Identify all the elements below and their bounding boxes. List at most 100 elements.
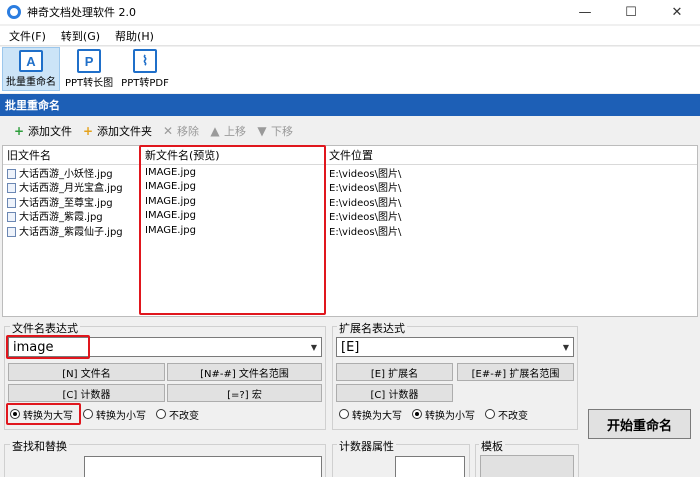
radio-label: 不改变 [169,410,199,422]
new-name-cell: IMAGE.jpg [145,166,196,178]
add-folder-button[interactable]: + 添加文件夹 [81,123,152,139]
menu-help[interactable]: 帮助(H) [106,28,160,44]
radio-label: 不改变 [498,410,528,422]
filename-uppercase-radio[interactable]: 转换为大写 [10,407,73,422]
radio-label: 转换为小写 [425,410,475,422]
arrow-up-icon: ▲ [210,124,220,138]
radio-dot [485,409,495,419]
find-replace-label: 查找和替换 [10,438,69,454]
section-title: 批里重命名 [0,94,700,116]
macro-button[interactable]: [=?] 宏 [167,384,322,402]
filename-expression-label: 文件名表达式 [10,320,80,336]
filename-range-button[interactable]: [N#-#] 文件名范围 [167,363,322,381]
pdf-icon: ⌇ [133,49,157,73]
main-toolbar: A 批量重命名 P PPT转长图 ⌇ PPT转PDF [0,47,700,93]
table-header: 旧文件名 新文件名(预览) 文件位置 [3,146,697,165]
add-file-button[interactable]: + 添加文件 [12,123,72,139]
menu-goto[interactable]: 转到(G) [52,28,106,44]
minimize-button[interactable]: — [562,0,608,24]
old-name-cell: 大话西游_至尊宝.jpg [19,197,113,209]
file-icon [7,197,16,208]
tool-label: PPT转长图 [65,78,114,89]
old-name-cell: 大话西游_紫霞仙子.jpg [19,226,123,238]
ppt-icon: P [77,49,102,73]
old-name-cell: 大话西游_紫霞.jpg [19,212,103,224]
chevron-down-icon: ▼ [310,342,317,352]
extension-uppercase-radio[interactable]: 转换为大写 [339,407,402,422]
counter-start-input[interactable] [395,456,465,477]
extension-expression-value: [E] [341,339,360,355]
table-row[interactable]: 大话西游_至尊宝.jpg IMAGE.jpg E:\videos\图片\ [3,194,697,209]
column-new-name[interactable]: 新文件名(预览) [141,146,325,164]
filename-expression-value: image [13,339,54,355]
location-cell: E:\videos\图片\ [329,168,402,180]
radio-dot [10,409,20,419]
close-button[interactable]: ✕ [654,0,700,24]
radio-label: 转换为大写 [352,410,402,422]
table-row[interactable]: 大话西游_紫霞.jpg IMAGE.jpg E:\videos\图片\ [3,209,697,224]
template-label: 模板 [479,438,505,454]
filename-token-button[interactable]: [N] 文件名 [8,363,165,381]
radio-label: 转换为大写 [23,410,73,422]
table-row[interactable]: 大话西游_月光宝盒.jpg IMAGE.jpg E:\videos\图片\ [3,180,697,195]
batch-rename-icon: A [19,50,43,72]
maximize-button[interactable]: ☐ [608,0,654,24]
filename-expression-combo[interactable]: image ▼ [8,337,322,357]
add-folder-icon: + [82,124,94,138]
extension-token-button[interactable]: [E] 扩展名 [336,363,453,381]
action-label: 添加文件夹 [97,125,152,138]
old-name-cell: 大话西游_小妖怪.jpg [19,168,113,180]
start-rename-button[interactable]: 开始重命名 [588,409,691,439]
remove-icon: ✕ [162,124,174,138]
table-row[interactable]: 大话西游_紫霞仙子.jpg IMAGE.jpg E:\videos\图片\ [3,223,697,238]
location-cell: E:\videos\图片\ [329,212,402,224]
counter-button[interactable]: [C] 计数器 [8,384,165,402]
file-icon [7,226,16,237]
radio-dot [412,409,422,419]
extension-range-button[interactable]: [E#-#] 扩展名范围 [457,363,574,381]
table-row[interactable]: 大话西游_小妖怪.jpg IMAGE.jpg E:\videos\图片\ [3,165,697,180]
old-name-cell: 大话西游_月光宝盒.jpg [19,183,123,195]
column-location[interactable]: 文件位置 [325,146,697,164]
action-label: 添加文件 [28,125,72,138]
radio-label: 转换为小写 [96,410,146,422]
location-cell: E:\videos\图片\ [329,183,402,195]
chevron-down-icon: ▼ [562,342,569,352]
location-cell: E:\videos\图片\ [329,226,402,238]
move-up-button[interactable]: ▲ 上移 [208,123,246,139]
extension-nochange-radio[interactable]: 不改变 [485,407,528,422]
extension-counter-button[interactable]: [C] 计数器 [336,384,453,402]
file-icon [7,212,16,223]
new-name-cell: IMAGE.jpg [145,195,196,207]
column-old-name[interactable]: 旧文件名 [3,146,141,164]
extension-expression-combo[interactable]: [E] ▼ [336,337,574,357]
move-down-button[interactable]: ▼ 下移 [255,123,293,139]
find-input[interactable] [84,456,322,477]
template-button[interactable] [480,455,574,477]
new-name-cell: IMAGE.jpg [145,210,196,222]
file-list-table[interactable]: 旧文件名 新文件名(预览) 文件位置 大话西游_小妖怪.jpg IMAGE.jp… [2,145,698,317]
tool-label: PPT转PDF [121,78,169,89]
extension-case-options: 转换为大写 转换为小写 不改变 [339,406,538,422]
arrow-down-icon: ▼ [257,124,267,138]
app-icon [7,5,21,19]
remove-button[interactable]: ✕ 移除 [161,123,199,139]
ppt-to-long-image-tool[interactable]: P PPT转长图 [62,47,116,91]
filename-case-options: 转换为大写 转换为小写 不改变 [10,406,209,422]
action-label: 移除 [177,125,199,138]
add-file-icon: + [13,124,25,138]
extension-lowercase-radio[interactable]: 转换为小写 [412,407,475,422]
batch-rename-tool[interactable]: A 批量重命名 [2,47,60,91]
file-icon [7,183,16,194]
filename-lowercase-radio[interactable]: 转换为小写 [83,407,146,422]
filename-nochange-radio[interactable]: 不改变 [156,407,199,422]
title-bar: 神奇文档处理软件 2.0 — ☐ ✕ [0,0,700,24]
counter-props-label: 计数器属性 [337,438,396,454]
menu-file[interactable]: 文件(F) [0,28,52,44]
action-bar: + 添加文件 + 添加文件夹 ✕ 移除 ▲ 上移 ▼ 下移 [0,118,700,144]
radio-dot [83,409,93,419]
new-name-cell: IMAGE.jpg [145,224,196,236]
ppt-to-pdf-tool[interactable]: ⌇ PPT转PDF [118,47,172,91]
radio-dot [156,409,166,419]
file-icon [7,168,16,179]
